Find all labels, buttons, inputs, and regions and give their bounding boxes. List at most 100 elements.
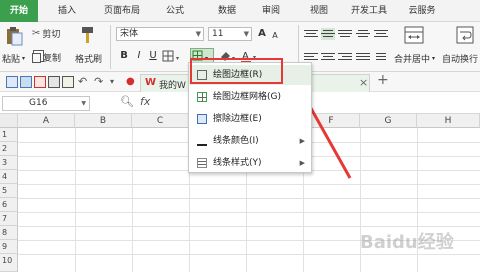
chevron-down-icon: ▼ xyxy=(81,100,86,107)
copy-button[interactable]: 复制 xyxy=(32,51,61,64)
menu-item-label: 线条样式(Y) xyxy=(213,158,262,168)
indent-icon[interactable] xyxy=(356,28,370,40)
close-tab-icon[interactable]: × xyxy=(359,76,368,89)
tab-home[interactable]: 开始 xyxy=(0,0,38,22)
line-color-icon xyxy=(197,136,207,146)
column-header[interactable]: B xyxy=(75,114,132,128)
line-style-icon xyxy=(197,158,207,168)
underline-button[interactable]: U xyxy=(148,49,158,63)
align-bottom-icon[interactable] xyxy=(338,28,352,40)
tab-page-layout[interactable]: 页面布局 xyxy=(96,0,148,22)
font-size-value: 11 xyxy=(212,29,224,39)
tab-cloud[interactable]: 云服务 xyxy=(402,0,442,22)
format-painter-button[interactable]: 格式刷 xyxy=(75,52,102,65)
column-header[interactable]: H xyxy=(417,114,480,128)
cut-label: 剪切 xyxy=(42,30,61,40)
highlight-box xyxy=(190,58,283,84)
tab-data[interactable]: 数据 xyxy=(210,0,244,22)
distribute-icon[interactable] xyxy=(374,51,388,63)
menu-item-line-color[interactable]: 线条颜色(I) ▶ xyxy=(189,131,311,151)
chevron-right-icon: ▶ xyxy=(299,159,305,167)
customize-icon[interactable]: ▾ xyxy=(110,76,122,88)
tab-review[interactable]: 审阅 xyxy=(254,0,288,22)
border-grid-icon[interactable]: ▾ xyxy=(162,50,184,63)
column-header[interactable]: C xyxy=(132,114,189,128)
cut-button[interactable]: ✂ 剪切 xyxy=(32,27,60,40)
row-header[interactable]: 9 xyxy=(0,240,18,254)
tab-formulas[interactable]: 公式 xyxy=(158,0,192,22)
watermark: Baidu经验 xyxy=(360,232,454,253)
bold-button[interactable]: B xyxy=(118,49,130,63)
wps-logo-icon: ● xyxy=(126,76,135,87)
wrap-label: 自动换行 xyxy=(442,55,479,65)
name-box[interactable]: G16 ▼ xyxy=(2,96,90,111)
save-icon[interactable] xyxy=(6,76,18,88)
format-painter-label: 格式刷 xyxy=(75,55,103,65)
menu-item-label: 擦除边框(E) xyxy=(213,114,262,124)
row-header[interactable]: 8 xyxy=(0,226,18,240)
grid-line xyxy=(75,128,76,272)
ribbon-divider xyxy=(110,25,111,69)
grid-line xyxy=(18,184,480,185)
print-icon[interactable] xyxy=(48,76,60,88)
row-header[interactable]: 1 xyxy=(0,128,18,142)
row-header[interactable]: 3 xyxy=(0,156,18,170)
copy-icon xyxy=(32,52,41,63)
row-header[interactable]: 5 xyxy=(0,184,18,198)
tab-insert[interactable]: 插入 xyxy=(48,0,86,22)
pdf-icon[interactable] xyxy=(34,76,46,88)
svg-text:▾: ▾ xyxy=(176,55,179,62)
merge-center-icon[interactable] xyxy=(404,26,424,44)
menu-item-label: 绘图边框网格(G) xyxy=(213,92,281,102)
function-icon[interactable]: fx xyxy=(140,95,150,108)
zoom-icon[interactable]: 🔍︎ xyxy=(120,95,134,108)
draw-border-grid-icon xyxy=(197,92,207,102)
column-header[interactable]: G xyxy=(360,114,417,128)
row-header[interactable]: 2 xyxy=(0,142,18,156)
chevron-right-icon: ▶ xyxy=(299,137,305,145)
grid-line xyxy=(18,254,480,255)
row-header[interactable]: 4 xyxy=(0,170,18,184)
font-name-select[interactable]: 宋体 ▼ xyxy=(116,27,204,41)
new-tab-icon[interactable]: + xyxy=(377,72,389,88)
scissors-icon: ✂ xyxy=(32,28,41,39)
tab-view[interactable]: 视图 xyxy=(302,0,336,22)
menu-item-erase-border[interactable]: 擦除边框(E) xyxy=(189,109,311,129)
shrink-font-icon[interactable]: A xyxy=(270,29,280,43)
merge-center-button[interactable]: 合并居中 ▾ xyxy=(394,52,435,65)
outdent-icon[interactable] xyxy=(374,28,388,40)
row-header[interactable]: 10 xyxy=(0,254,18,272)
wrap-text-icon[interactable] xyxy=(456,26,474,44)
menu-item-draw-border-grid[interactable]: 绘图边框网格(G) xyxy=(189,87,311,107)
eraser-icon xyxy=(197,114,207,124)
grid-line xyxy=(18,198,480,199)
align-middle-icon[interactable] xyxy=(321,28,335,40)
menu-bar: 开始 插入 页面布局 公式 数据 审阅 视图 开发工具 云服务 xyxy=(0,0,480,22)
align-top-icon[interactable] xyxy=(304,28,318,40)
menu-item-line-style[interactable]: 线条样式(Y) ▶ xyxy=(189,153,311,173)
column-header[interactable]: A xyxy=(18,114,75,128)
font-size-select[interactable]: 11 ▼ xyxy=(208,27,252,41)
redo-icon[interactable]: ↷ xyxy=(94,76,106,88)
grid-line xyxy=(18,212,480,213)
grow-font-icon[interactable]: A xyxy=(256,27,268,41)
copy-label: 复制 xyxy=(43,54,62,64)
grid-line xyxy=(18,226,480,227)
cell-reference: G16 xyxy=(29,98,48,108)
tab-developer[interactable]: 开发工具 xyxy=(344,0,394,22)
format-painter-icon[interactable] xyxy=(78,25,98,45)
row-header[interactable]: 7 xyxy=(0,212,18,226)
chevron-down-icon: ▼ xyxy=(195,30,201,38)
italic-button[interactable]: I xyxy=(134,49,144,63)
doc-tab-label: 我的W xyxy=(159,81,186,91)
menu-item-label: 线条颜色(I) xyxy=(213,136,259,146)
undo-icon[interactable]: ↶ xyxy=(78,76,90,88)
print-preview-icon[interactable] xyxy=(62,76,74,88)
wrap-text-button[interactable]: 自动换行 xyxy=(442,52,478,65)
select-all-corner[interactable] xyxy=(0,114,18,128)
chevron-down-icon: ▼ xyxy=(243,30,249,38)
paste-icon[interactable] xyxy=(4,26,24,46)
save-as-icon[interactable] xyxy=(20,76,32,88)
paste-button[interactable]: 粘贴 ▾ xyxy=(2,52,25,65)
row-header[interactable]: 6 xyxy=(0,198,18,212)
